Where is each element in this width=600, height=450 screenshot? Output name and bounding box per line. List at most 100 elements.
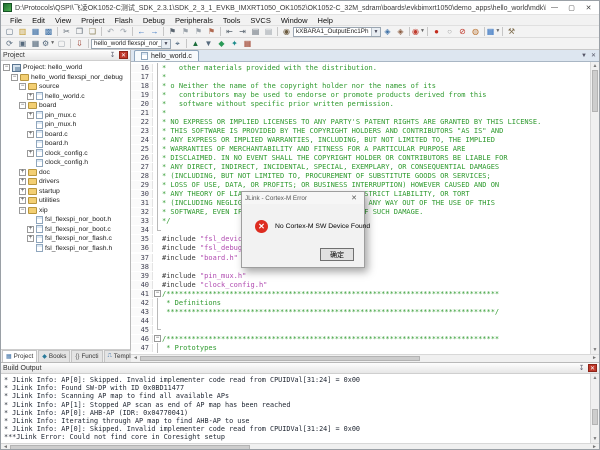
target-combo[interactable]: hello_world flexspi_nor_▼ [91,39,171,49]
collapse-icon[interactable]: − [11,74,18,81]
tree-item-fsl-flexspi-nor-flash-c[interactable]: +fsl_flexspi_nor_flash.c [1,234,130,244]
tree-item-pin-mux-h[interactable]: pin_mux.h [1,120,130,130]
editor-hscroll-thumb[interactable] [140,356,420,361]
tree-item-project-hello-world[interactable]: −Project: hello_world [1,63,130,73]
menu-item-flash[interactable]: Flash [110,16,138,25]
dialog-close-icon[interactable]: ✕ [347,194,361,202]
tab-hello-world-c[interactable]: hello_world.c [134,50,199,61]
find-icon[interactable]: ◈ [381,26,394,37]
select-packs-icon[interactable]: ◆ [215,38,228,49]
expand-icon[interactable]: + [19,197,26,204]
menu-item-file[interactable]: File [5,16,27,25]
menu-item-project[interactable]: Project [76,16,109,25]
bookmark-toggle-icon[interactable]: ⚑ [166,26,179,37]
incremental-find-icon[interactable]: ◈ [394,26,407,37]
tree-item-board-h[interactable]: board.h [1,139,130,149]
dialog-title-bar[interactable]: JLink - Cortex-M Error ✕ [242,192,364,204]
expand-icon[interactable]: + [27,93,34,100]
build-output-log[interactable]: * JLink Info: AP[0]: Skipped. Invalid im… [1,374,590,443]
edit-target-icon[interactable]: ⌖ [171,38,184,49]
tree-item-utilities[interactable]: +utilities [1,196,130,206]
pin-icon[interactable]: ↧ [577,364,586,372]
project-tree[interactable]: −Project: hello_world−hello_world flexsp… [1,61,130,349]
save-all-icon[interactable]: ▩ [42,26,55,37]
indent-right-icon[interactable]: ⇥ [236,26,249,37]
tab-list-dropdown-icon[interactable]: ▼ [581,53,587,59]
build-output-hscroll-thumb[interactable] [10,445,250,450]
translate-icon[interactable]: ⟳ [3,38,16,49]
tree-item-hello-world-c[interactable]: +hello_world.c [1,92,130,102]
manage-folders-icon[interactable]: ▼ [202,38,215,49]
expand-icon[interactable]: + [19,169,26,176]
pin-icon[interactable]: ↧ [108,51,117,59]
undo-icon[interactable]: ↶ [104,26,117,37]
fold-collapse-icon[interactable]: − [154,335,161,342]
stop-build-icon[interactable]: ▢ [55,38,68,49]
redo-icon[interactable]: ↷ [117,26,130,37]
chevron-down-icon[interactable]: ▼ [495,29,500,34]
manage-rte-icon[interactable]: ▲ [189,38,202,49]
find-all-references-icon[interactable]: ◉▼ [412,26,425,37]
configuration-wrench-icon[interactable]: ⚒ [505,26,518,37]
scroll-left-icon[interactable]: ◄ [133,355,138,362]
chevron-down-icon[interactable]: ▼ [420,29,425,34]
tree-item-source[interactable]: −source [1,82,130,92]
flash-download-icon[interactable]: ⇩ [73,38,86,49]
collapse-icon[interactable]: − [19,207,26,214]
menu-item-debug[interactable]: Debug [138,16,170,25]
build-output-horizontal-scrollbar[interactable]: ◄ ► [1,443,599,450]
tree-item-pin-mux-c[interactable]: +pin_mux.c [1,111,130,121]
chevron-down-icon[interactable]: ▼ [371,28,380,36]
debug-windows-icon[interactable]: ▦▼ [487,26,500,37]
menu-item-view[interactable]: View [50,16,76,25]
tree-item-startup[interactable]: +startup [1,187,130,197]
scroll-right-icon[interactable]: ► [592,444,597,450]
indent-left-icon[interactable]: ⇤ [223,26,236,37]
panel-tab-books[interactable]: ◆Books [38,350,70,362]
scroll-up-icon[interactable]: ▲ [591,63,599,69]
scroll-down-icon[interactable]: ▼ [591,347,599,353]
breakpoint-kill-all-icon[interactable]: ⊘ [456,26,469,37]
expand-icon[interactable]: + [27,226,34,233]
fold-collapse-icon[interactable]: − [154,290,161,297]
scroll-up-icon[interactable]: ▲ [591,375,599,381]
minimize-button[interactable]: — [546,1,563,14]
breakpoint-enable-all-icon[interactable]: ◍ [469,26,482,37]
scroll-left-icon[interactable]: ◄ [3,444,8,450]
tree-item-clock-config-h[interactable]: clock_config.h [1,158,130,168]
chevron-down-icon[interactable]: ▼ [161,40,170,48]
bookmark-prev-icon[interactable]: ⚑ [179,26,192,37]
tree-item-board-c[interactable]: +board.c [1,130,130,140]
tree-item-drivers[interactable]: +drivers [1,177,130,187]
search-combo[interactable]: kXBARA1_OutputEnc1Ph▼ [293,27,381,37]
collapse-icon[interactable]: − [19,102,26,109]
expand-icon[interactable]: + [19,188,26,195]
menu-item-edit[interactable]: Edit [27,16,50,25]
maximize-button[interactable]: ▢ [563,1,580,14]
tree-item-fsl-flexspi-nor-boot-c[interactable]: +fsl_flexspi_nor_boot.c [1,225,130,235]
bookmark-next-icon[interactable]: ⚑ [192,26,205,37]
dialog-ok-button[interactable]: 确定 [320,248,354,261]
breakpoint-disable-icon[interactable]: ○ [443,26,456,37]
navigate-back-icon[interactable]: ← [135,26,148,37]
menu-item-window[interactable]: Window [276,16,313,25]
find-in-files-icon[interactable]: ◉ [280,26,293,37]
editor-horizontal-scrollbar[interactable]: ◄ ► [131,354,599,362]
pack-installer-icon[interactable]: ▦ [241,38,254,49]
tree-item-hello-world-flexspi-nor-debug[interactable]: −hello_world flexspi_nor_debug [1,73,130,83]
tree-item-clock-config-c[interactable]: +clock_config.c [1,149,130,159]
expand-icon[interactable]: + [19,178,26,185]
expand-icon[interactable]: + [27,150,34,157]
collapse-icon[interactable]: − [3,64,10,71]
tab-close-icon[interactable]: ✕ [591,52,596,59]
menu-item-peripherals[interactable]: Peripherals [170,16,218,25]
rebuild-icon[interactable]: ▦ [29,38,42,49]
scroll-down-icon[interactable]: ▼ [591,436,599,442]
menu-item-help[interactable]: Help [313,16,338,25]
expand-icon[interactable]: + [27,235,34,242]
navigate-forward-icon[interactable]: → [148,26,161,37]
tree-item-doc[interactable]: +doc [1,168,130,178]
editor-vertical-scrollbar[interactable]: ▲ ▼ [590,62,599,354]
open-file-icon[interactable]: ▥ [16,26,29,37]
panel-tab-functi[interactable]: {}Functi [71,350,102,362]
